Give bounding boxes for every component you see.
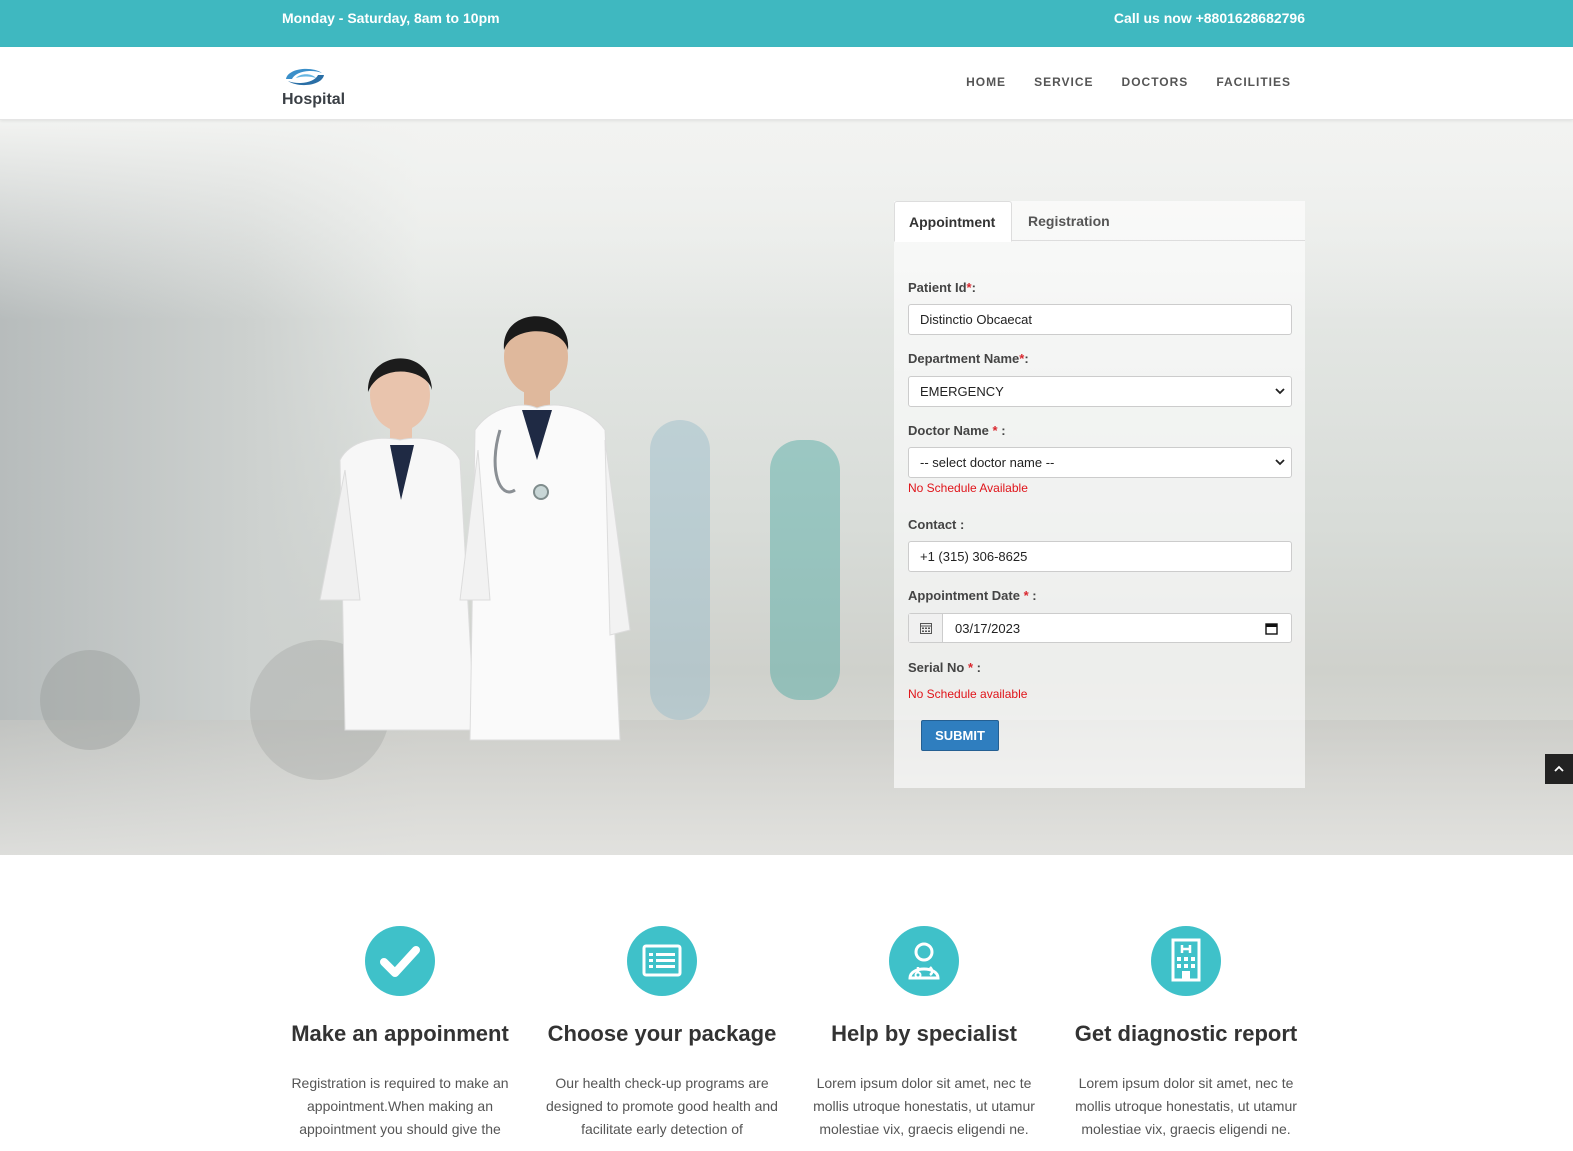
- doctor-name-label: Doctor Name * :: [908, 423, 1006, 438]
- hero-background-figure: [770, 440, 840, 700]
- feature-appointment: Make an appoinment Registration is requi…: [269, 926, 531, 1141]
- brand-name: Hospital: [282, 91, 346, 108]
- department-select[interactable]: EMERGENCY: [908, 376, 1292, 407]
- patient-id-label: Patient Id*:: [908, 280, 976, 295]
- required-mark: *: [1019, 351, 1025, 366]
- appointment-date-value: 03/17/2023: [955, 621, 1021, 636]
- call-us-phone[interactable]: Call us now +8801628682796: [1114, 10, 1305, 26]
- hero-background-floor: [0, 720, 1573, 855]
- tab-appointment[interactable]: Appointment: [894, 201, 1012, 242]
- form-tabs: Appointment Registration: [894, 201, 1305, 242]
- calendar-icon: [920, 623, 932, 634]
- appointment-date-label-text: Appointment Date: [908, 588, 1024, 603]
- chevron-up-icon: [1554, 765, 1564, 772]
- feature-text: Lorem ipsum dolor sit amet, nec te molli…: [1075, 1075, 1297, 1137]
- doctors-photo: [319, 316, 631, 741]
- doctor-select[interactable]: -- select doctor name --: [908, 447, 1292, 478]
- feature-title: Help by specialist: [831, 1021, 1017, 1046]
- required-mark: *: [992, 423, 998, 438]
- required-mark: *: [967, 660, 974, 675]
- list-card-icon: [627, 926, 697, 996]
- feature-title: Choose your package: [547, 1021, 777, 1046]
- nav-service[interactable]: SERVICE: [1034, 75, 1093, 89]
- date-addon: [909, 614, 943, 642]
- nav-facilities[interactable]: FACILITIES: [1216, 75, 1291, 89]
- serial-no-label: Serial No * :: [908, 660, 981, 675]
- scroll-to-top-button[interactable]: [1545, 754, 1573, 784]
- patient-id-label-text: Patient Id: [908, 280, 967, 295]
- feature-text: Lorem ipsum dolor sit amet, nec te molli…: [813, 1075, 1035, 1137]
- serial-schedule-error: No Schedule available: [908, 687, 1028, 701]
- serial-no-label-text: Serial No: [908, 660, 968, 675]
- hospital-logo[interactable]: Hospital: [282, 64, 352, 110]
- feature-report: Get diagnostic report Lorem ipsum dolor …: [1055, 926, 1317, 1141]
- department-label-text: Department Name: [908, 351, 1020, 366]
- required-mark: *: [1023, 588, 1029, 603]
- contact-input[interactable]: +1 (315) 306-8625: [908, 541, 1292, 572]
- feature-text: Our health check-up programs are designe…: [546, 1075, 778, 1137]
- check-icon: [365, 926, 435, 996]
- submit-button[interactable]: SUBMIT: [921, 720, 999, 751]
- appointment-date-label: Appointment Date * :: [908, 588, 1037, 603]
- required-mark: *: [966, 280, 972, 295]
- doctor-icon: [889, 926, 959, 996]
- feature-title: Make an appoinment: [291, 1021, 509, 1046]
- doctor-name-label-text: Doctor Name: [908, 423, 993, 438]
- feature-title: Get diagnostic report: [1074, 1021, 1298, 1046]
- appointment-form-card: Appointment Registration Patient Id*: Di…: [894, 201, 1305, 788]
- nav-home[interactable]: HOME: [966, 75, 1006, 89]
- chevron-down-icon: [1275, 388, 1285, 395]
- hero-background-wheel: [40, 650, 140, 750]
- feature-text: Registration is required to make an appo…: [291, 1075, 509, 1137]
- date-picker-icon[interactable]: [1265, 622, 1278, 635]
- hospital-building-icon: [1151, 926, 1221, 996]
- doctor-schedule-error: No Schedule Available: [908, 481, 1028, 495]
- primary-nav: HOME SERVICE DOCTORS FACILITIES: [966, 75, 1291, 89]
- feature-package: Choose your package Our health check-up …: [531, 926, 793, 1141]
- opening-hours: Monday - Saturday, 8am to 10pm: [282, 10, 500, 26]
- chevron-down-icon: [1275, 459, 1285, 466]
- logo-swirl-icon: [286, 68, 324, 86]
- hero-banner: Appointment Registration Patient Id*: Di…: [0, 120, 1573, 855]
- department-select-value: EMERGENCY: [920, 384, 1004, 399]
- patient-id-input[interactable]: Distinctio Obcaecat: [908, 304, 1292, 335]
- contact-label: Contact :: [908, 517, 965, 532]
- tab-registration[interactable]: Registration: [1014, 201, 1124, 242]
- nav-doctors[interactable]: DOCTORS: [1122, 75, 1189, 89]
- main-navbar: Hospital HOME SERVICE DOCTORS FACILITIES: [0, 47, 1573, 120]
- feature-specialist: Help by specialist Lorem ipsum dolor sit…: [793, 926, 1055, 1141]
- department-label: Department Name*:: [908, 351, 1029, 366]
- doctor-select-value: -- select doctor name --: [920, 455, 1055, 470]
- top-info-bar: Monday - Saturday, 8am to 10pm Call us n…: [0, 0, 1573, 47]
- appointment-date-input[interactable]: 03/17/2023: [908, 613, 1292, 643]
- hero-background-ceiling: [0, 120, 1573, 320]
